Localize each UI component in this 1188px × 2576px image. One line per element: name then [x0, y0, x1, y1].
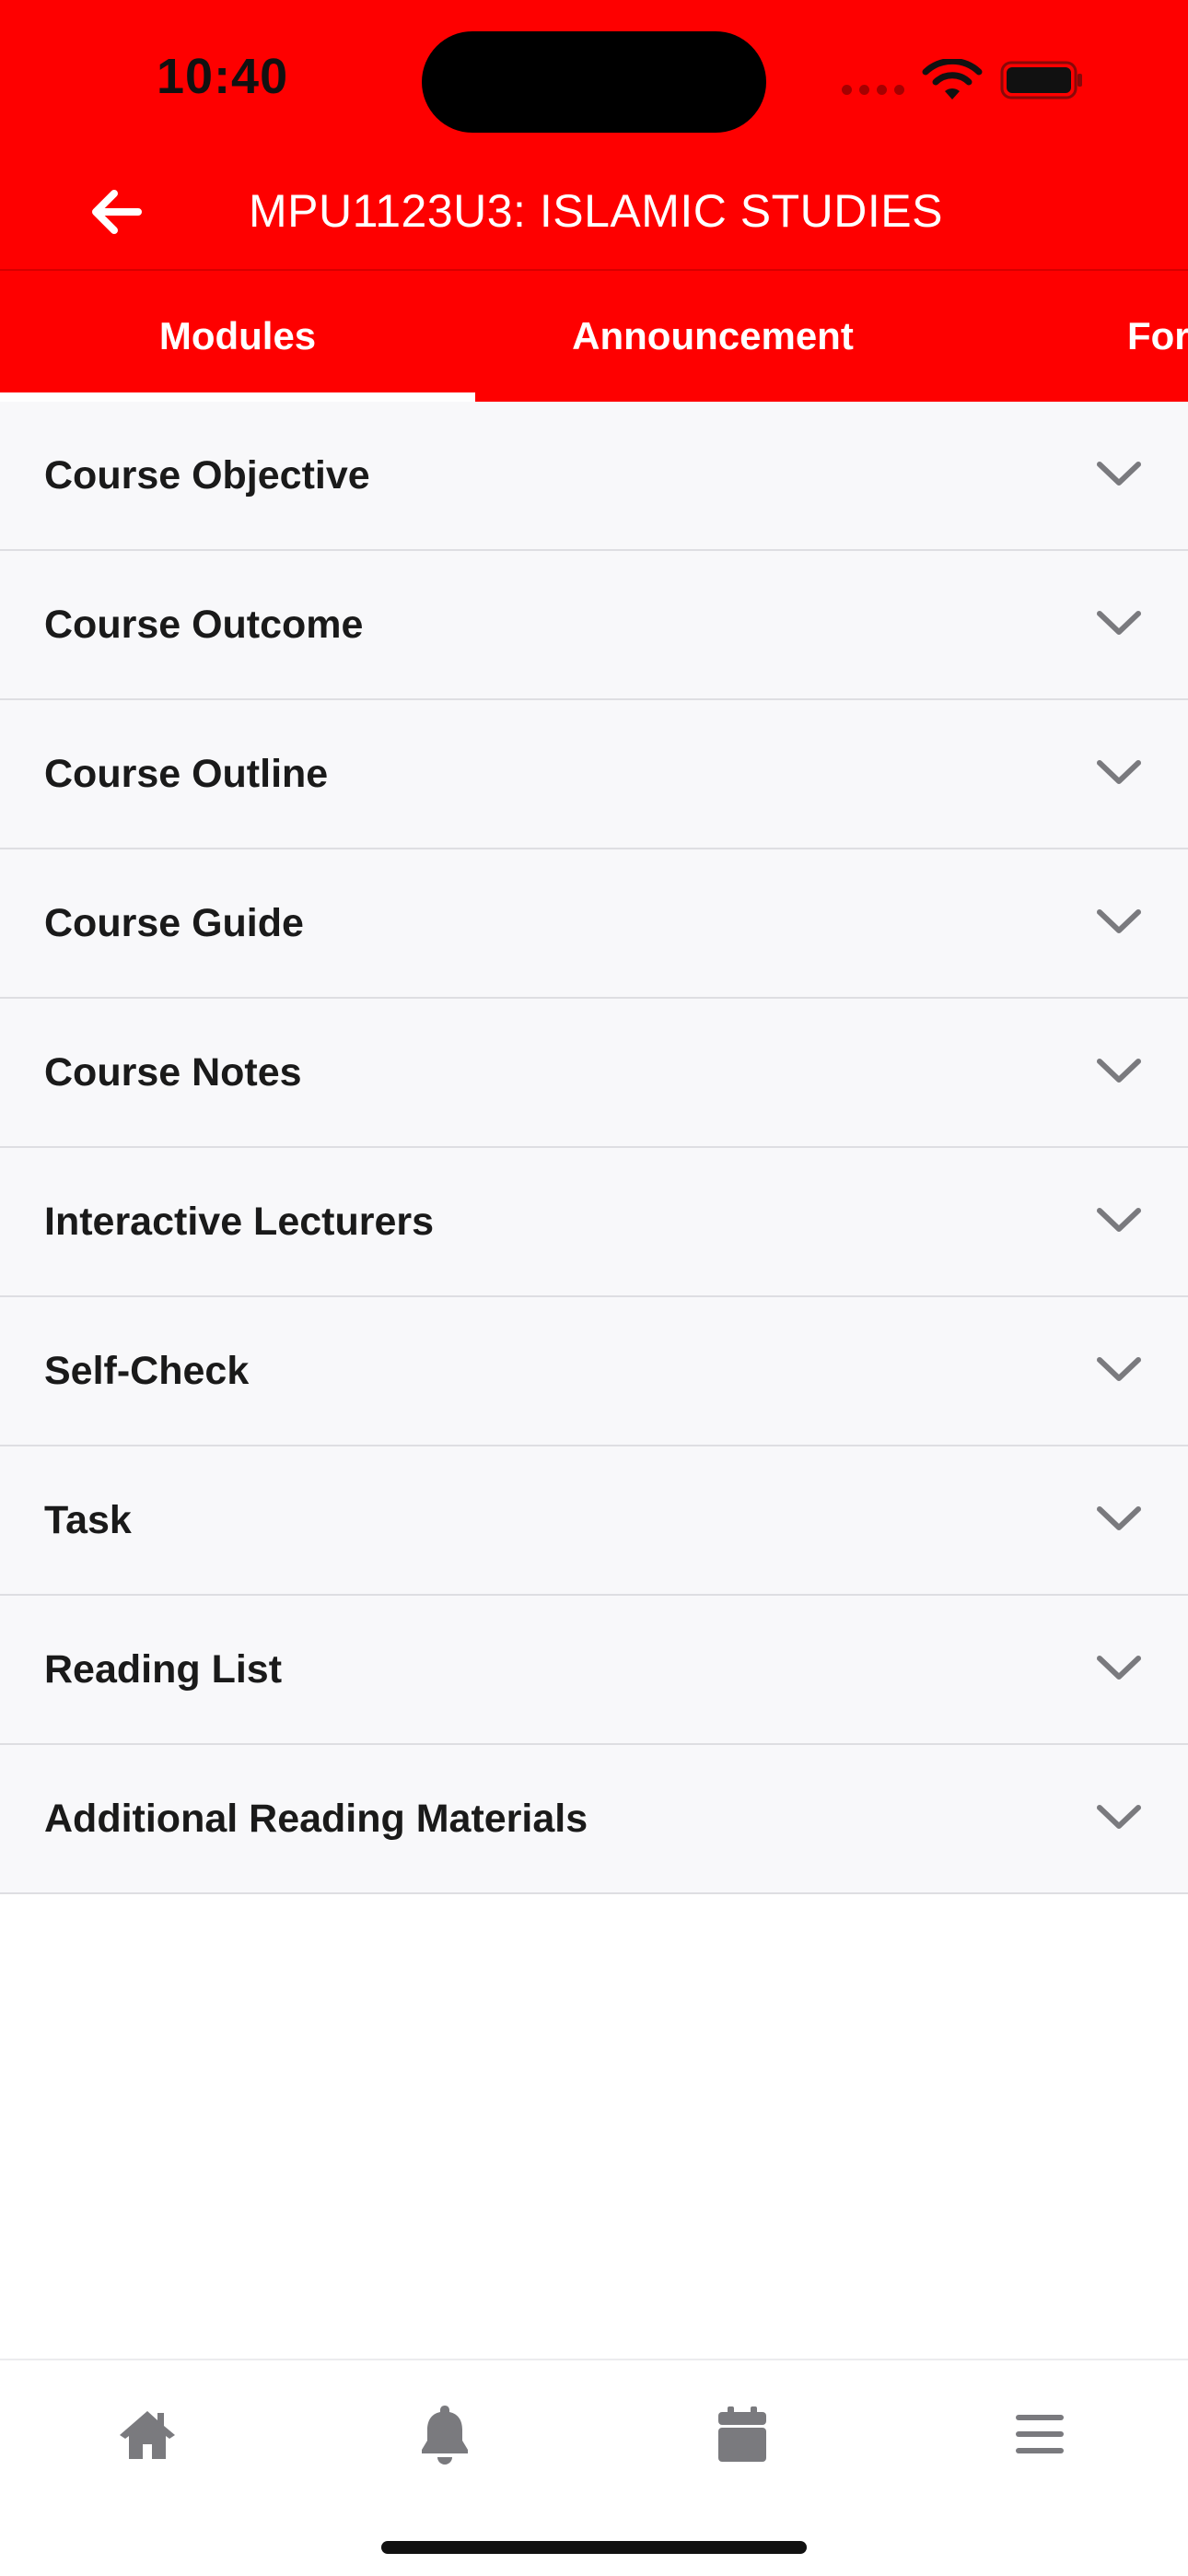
bell-icon	[422, 2406, 468, 2465]
chevron-down-icon	[1097, 1805, 1141, 1829]
module-label: Course Outcome	[44, 603, 364, 647]
chevron-down-icon	[1097, 462, 1141, 486]
back-button[interactable]	[79, 175, 153, 249]
tab-bar: Modules Announcement For	[0, 271, 1188, 402]
module-label: Additional Reading Materials	[44, 1797, 588, 1841]
chevron-down-icon	[1097, 1208, 1141, 1232]
status-time: 10:40	[157, 49, 289, 104]
chevron-down-icon	[1097, 760, 1141, 784]
module-item-course-outcome[interactable]: Course Outcome	[0, 551, 1188, 700]
module-item-self-check[interactable]: Self-Check	[0, 1297, 1188, 1446]
module-item-reading-list[interactable]: Reading List	[0, 1596, 1188, 1745]
module-label: Reading List	[44, 1647, 283, 1692]
cellular-signal-icon	[842, 85, 906, 98]
module-item-course-guide[interactable]: Course Guide	[0, 849, 1188, 999]
module-label: Course Guide	[44, 901, 304, 945]
home-icon	[120, 2411, 175, 2459]
module-list: Course Objective Course Outcome Course O…	[0, 402, 1188, 1894]
module-item-course-notes[interactable]: Course Notes	[0, 999, 1188, 1148]
module-label: Task	[44, 1498, 132, 1542]
page-title: MPU1123U3: ISLAMIC STUDIES	[249, 185, 943, 237]
module-label: Course Notes	[44, 1050, 302, 1095]
chevron-down-icon	[1097, 1357, 1141, 1381]
home-indicator	[381, 2541, 807, 2554]
arrow-left-icon	[92, 190, 142, 234]
chevron-down-icon	[1097, 611, 1141, 635]
nav-calendar-button[interactable]	[705, 2397, 779, 2471]
wifi-icon	[922, 59, 983, 100]
calendar-icon	[718, 2406, 766, 2462]
nav-home-button[interactable]	[111, 2397, 184, 2471]
module-label: Interactive Lecturers	[44, 1200, 435, 1244]
chevron-down-icon	[1097, 1506, 1141, 1530]
tab-forum[interactable]: For	[1127, 271, 1188, 402]
tab-announcement[interactable]: Announcement	[475, 271, 950, 402]
chevron-down-icon	[1097, 1656, 1141, 1680]
chevron-down-icon	[1097, 909, 1141, 933]
module-item-interactive-lecturers[interactable]: Interactive Lecturers	[0, 1148, 1188, 1297]
module-label: Self-Check	[44, 1349, 250, 1393]
app-header: 10:40 MPU1123U3: ISLAMIC STUDIES	[0, 0, 1188, 269]
battery-icon	[1000, 61, 1082, 100]
module-label: Course Outline	[44, 752, 329, 796]
chevron-down-icon	[1097, 1059, 1141, 1083]
menu-icon	[1016, 2415, 1064, 2453]
tab-selected-indicator	[0, 392, 475, 402]
dynamic-island	[422, 31, 766, 133]
module-label: Course Objective	[44, 453, 370, 498]
title-bar: MPU1123U3: ISLAMIC STUDIES	[0, 155, 1188, 267]
module-item-course-outline[interactable]: Course Outline	[0, 700, 1188, 849]
module-item-task[interactable]: Task	[0, 1446, 1188, 1596]
module-item-course-objective[interactable]: Course Objective	[0, 402, 1188, 551]
nav-menu-button[interactable]	[1003, 2397, 1077, 2471]
tab-modules[interactable]: Modules	[0, 271, 475, 402]
module-item-additional-reading-materials[interactable]: Additional Reading Materials	[0, 1745, 1188, 1894]
screen: 10:40 MPU1123U3: ISLAMIC STUDIES Modules	[0, 0, 1188, 2576]
nav-notifications-button[interactable]	[408, 2397, 482, 2471]
